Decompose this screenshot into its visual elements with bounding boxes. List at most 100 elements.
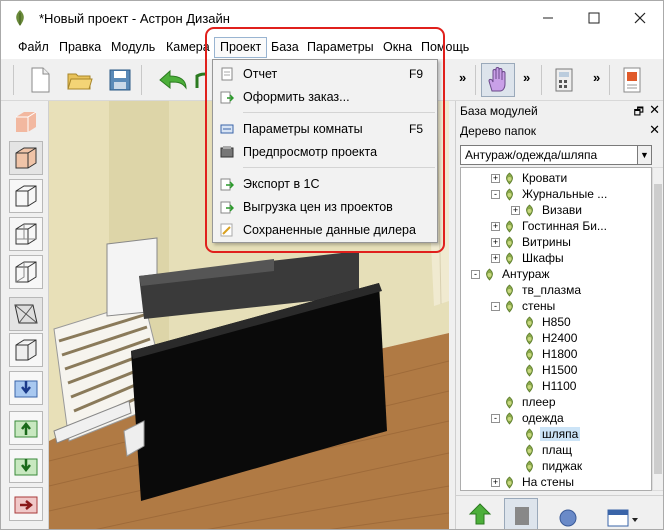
search-icon[interactable] [554, 500, 582, 529]
catalog-icon[interactable] [504, 498, 538, 529]
pin-icon[interactable]: 🗗 [634, 103, 644, 122]
tree-node-label: плеер [522, 395, 556, 409]
hand-pan-icon[interactable] [481, 63, 515, 97]
tree-node[interactable]: - одежда [491, 410, 566, 426]
tree-node-label: шляпа [540, 427, 581, 441]
app-logo-icon [16, 10, 24, 26]
calculator-icon[interactable] [547, 63, 581, 97]
front-view-icon[interactable] [9, 217, 43, 251]
folder-tree-title: Дерево папок [460, 124, 536, 138]
calendar-icon[interactable] [606, 502, 640, 529]
module-database-panel: База модулей 🗗 ✕ Дерево папок ✕ Антураж/… [455, 101, 663, 529]
toolbar-overflow-button[interactable]: » [523, 70, 530, 85]
expand-icon[interactable]: + [491, 477, 500, 487]
tree-node[interactable]: пиджак [511, 458, 584, 474]
window-title: *Новый проект - Астрон Дизайн [39, 11, 230, 26]
maximize-icon[interactable] [571, 1, 617, 35]
tree-node[interactable]: + На стены [491, 474, 576, 490]
upload-icon[interactable] [466, 500, 494, 529]
tree-node[interactable]: + Кровати [491, 170, 569, 186]
solid-view-icon[interactable] [9, 105, 43, 139]
close-icon[interactable]: ✕ [649, 122, 660, 138]
folder-leaf-icon [506, 475, 513, 489]
folder-leaf-icon [506, 283, 513, 297]
menu-edit[interactable]: Правка [59, 40, 101, 54]
folder-leaf-icon [526, 203, 533, 217]
new-file-icon[interactable] [23, 63, 57, 97]
view-toolbar [1, 101, 49, 529]
toolbar-separator [475, 65, 476, 95]
tree-scrollbar[interactable] [652, 167, 663, 491]
minimize-icon[interactable] [525, 1, 571, 35]
folder-leaf-icon [506, 411, 513, 425]
menu-camera[interactable]: Камера [166, 40, 210, 54]
panel-bottom-toolbar [456, 495, 663, 529]
folder-tree[interactable]: + Кровати - Журнальные ... + Визави + Гостинная… [460, 167, 652, 491]
tree-node-label: одежда [522, 411, 564, 425]
expand-icon[interactable]: + [491, 173, 500, 183]
move-right-icon[interactable] [9, 487, 43, 521]
wireframe-view-icon[interactable] [9, 179, 43, 213]
side-view-icon[interactable] [9, 255, 43, 289]
expand-icon[interactable]: + [491, 237, 500, 247]
tree-node[interactable]: шляпа [511, 426, 581, 442]
chevron-down-icon[interactable]: ▼ [638, 145, 652, 165]
folder-leaf-icon [506, 395, 513, 409]
price-list-icon[interactable] [615, 63, 649, 97]
tree-node[interactable]: - стены [491, 298, 557, 314]
tree-node[interactable]: - Журнальные ... [491, 186, 609, 202]
tree-node[interactable]: плеер [491, 394, 558, 410]
tree-node-label: Н1100 [542, 379, 577, 393]
tree-node[interactable]: - Антураж [471, 266, 552, 282]
collapse-icon[interactable]: - [471, 269, 480, 279]
collapse-icon[interactable]: - [491, 189, 500, 199]
toolbar-separator [609, 65, 610, 95]
tree-node[interactable]: Н1800 [511, 346, 579, 362]
folder-path-combo[interactable]: Антураж/одежда/шляпа [460, 145, 638, 165]
undo-icon[interactable] [156, 63, 190, 97]
close-icon[interactable] [617, 1, 663, 35]
scroll-thumb[interactable] [654, 184, 662, 474]
tree-node[interactable]: Н850 [511, 314, 573, 330]
move-back-icon[interactable] [9, 449, 43, 483]
tree-node[interactable]: Н2400 [511, 330, 579, 346]
tree-node[interactable]: + Гостинная Би... [491, 218, 609, 234]
box-view-icon[interactable] [9, 333, 43, 367]
perspective-view-icon[interactable] [9, 297, 43, 331]
folder-leaf-icon [526, 363, 533, 377]
expand-icon[interactable]: + [511, 205, 520, 215]
tree-node[interactable]: плащ [511, 442, 574, 458]
folder-leaf-icon [526, 427, 533, 441]
tree-node[interactable]: Н1100 [511, 378, 578, 394]
collapse-icon[interactable]: - [491, 301, 500, 311]
menu-file[interactable]: Файл [18, 40, 49, 54]
tree-node[interactable]: Н1500 [511, 362, 579, 378]
folder-leaf-icon [506, 219, 513, 233]
folder-leaf-icon [506, 251, 513, 265]
tree-node[interactable]: + Визави [511, 202, 584, 218]
menu-module[interactable]: Модуль [111, 40, 155, 54]
collapse-icon[interactable]: - [491, 413, 500, 423]
expand-icon[interactable]: + [491, 221, 500, 231]
folder-leaf-icon [506, 299, 513, 313]
toolbar-overflow-button[interactable]: » [593, 70, 600, 85]
tree-node-label: На стены [522, 475, 574, 489]
tree-node[interactable]: + Витрины [491, 234, 573, 250]
panel-header: База модулей 🗗 ✕ [456, 101, 663, 122]
shaded-view-icon[interactable] [9, 141, 43, 175]
toolbar-separator [13, 65, 14, 95]
app-window: *Новый проект - Астрон Дизайн Файл Правк… [0, 0, 664, 530]
tree-node-label: Кровати [522, 171, 568, 185]
folder-leaf-icon [526, 315, 533, 329]
close-icon[interactable]: ✕ [649, 102, 660, 118]
open-folder-icon[interactable] [63, 63, 97, 97]
folder-leaf-icon [506, 187, 513, 201]
move-down-icon[interactable] [9, 371, 43, 405]
save-icon[interactable] [103, 63, 137, 97]
move-up-icon[interactable] [9, 411, 43, 445]
folder-leaf-icon [486, 267, 493, 281]
expand-icon[interactable]: + [491, 253, 500, 263]
tree-node[interactable]: тв_плазма [491, 282, 583, 298]
tree-node[interactable]: + Шкафы [491, 250, 566, 266]
toolbar-overflow-button[interactable]: » [459, 70, 466, 85]
